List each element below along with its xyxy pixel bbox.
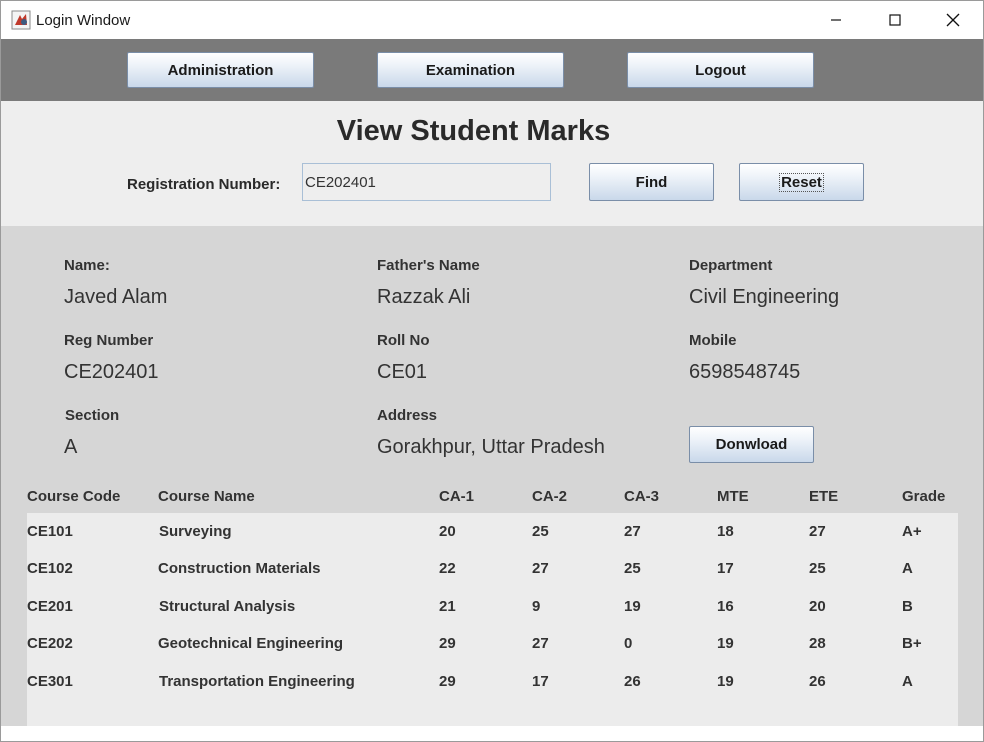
registration-number-label: Registration Number: [127, 176, 281, 193]
ca2-cell: 9 [532, 598, 541, 615]
student-details-panel: Name: Javed Alam Father's Name Razzak Al… [1, 226, 983, 726]
minimize-icon [831, 19, 841, 21]
course-name-cell: Construction Materials [158, 560, 321, 577]
name-value: Javed Alam [64, 286, 168, 308]
ca1-cell: 22 [439, 560, 456, 577]
course-name-cell: Geotechnical Engineering [158, 635, 344, 652]
ca3-cell: 25 [624, 560, 641, 577]
window-bottom-border [1, 726, 983, 741]
table-row[interactable]: CE102 Construction Materials 22 27 25 17… [27, 550, 958, 587]
ca3-cell: 26 [624, 673, 641, 690]
ca1-cell: 29 [439, 673, 456, 690]
address-label: Address [377, 407, 438, 424]
download-button[interactable]: Donwload [689, 426, 814, 463]
department-label: Department [689, 257, 773, 274]
mte-cell: 16 [717, 598, 734, 615]
mobile-value: 6598548745 [689, 361, 801, 383]
reset-button-label: Reset [779, 172, 824, 192]
ca2-cell: 25 [532, 523, 549, 540]
course-code-cell: CE101 [27, 523, 73, 540]
ca1-cell: 21 [439, 598, 456, 615]
table-row[interactable]: CE101 Surveying 20 25 27 18 27 A+ [27, 513, 958, 550]
course-code-cell: CE301 [27, 673, 73, 690]
find-button[interactable]: Find [589, 163, 714, 201]
app-window: Login Window Administration Examination … [0, 0, 984, 742]
marks-table-header: Course Code Course Name CA-1 CA-2 CA-3 M… [1, 488, 983, 512]
reset-button[interactable]: Reset [739, 163, 864, 201]
logout-button[interactable]: Logout [627, 52, 814, 88]
ca2-cell: 17 [532, 673, 549, 690]
roll-no-value: CE01 [377, 361, 428, 383]
ca1-cell: 20 [439, 523, 456, 540]
column-header-ete[interactable]: ETE [809, 488, 838, 505]
course-code-cell: CE201 [27, 598, 73, 615]
mte-cell: 18 [717, 523, 734, 540]
page-title: View Student Marks [336, 115, 611, 147]
ete-cell: 20 [809, 598, 826, 615]
administration-button[interactable]: Administration [127, 52, 314, 88]
close-button[interactable] [924, 1, 982, 39]
ca2-cell: 27 [532, 560, 549, 577]
reg-number-value: CE202401 [64, 361, 159, 383]
grade-cell: A [902, 673, 913, 690]
column-header-ca3[interactable]: CA-3 [624, 488, 659, 505]
course-code-cell: CE102 [27, 560, 73, 577]
course-code-cell: CE202 [27, 635, 73, 652]
table-row[interactable]: CE202 Geotechnical Engineering 29 27 0 1… [27, 625, 958, 662]
mte-cell: 17 [717, 560, 734, 577]
column-header-grade[interactable]: Grade [902, 488, 945, 505]
column-header-course-name[interactable]: Course Name [158, 488, 255, 505]
ca2-cell: 27 [532, 635, 549, 652]
grade-cell: A+ [902, 523, 922, 540]
mte-cell: 19 [717, 635, 734, 652]
address-value: Gorakhpur, Uttar Pradesh [377, 436, 605, 458]
section-value: A [64, 436, 78, 458]
window-title: Login Window [36, 12, 131, 29]
title-bar[interactable]: Login Window [1, 1, 983, 39]
marks-table-body: CE101 Surveying 20 25 27 18 27 A+ CE102 … [27, 513, 958, 726]
department-value: Civil Engineering [689, 286, 840, 308]
ete-cell: 25 [809, 560, 826, 577]
mte-cell: 19 [717, 673, 734, 690]
course-name-cell: Surveying [159, 523, 232, 540]
maximize-button[interactable] [866, 1, 924, 39]
name-label: Name: [64, 257, 110, 274]
mobile-label: Mobile [689, 332, 737, 349]
close-icon [946, 13, 960, 27]
grade-cell: A [902, 560, 913, 577]
column-header-ca2[interactable]: CA-2 [532, 488, 567, 505]
table-row[interactable]: CE301 Transportation Engineering 29 17 2… [27, 663, 958, 700]
java-app-icon [11, 10, 31, 30]
ete-cell: 26 [809, 673, 826, 690]
examination-button[interactable]: Examination [377, 52, 564, 88]
ca3-cell: 27 [624, 523, 641, 540]
maximize-icon [889, 14, 901, 26]
ca3-cell: 19 [624, 598, 641, 615]
ete-cell: 27 [809, 523, 826, 540]
ete-cell: 28 [809, 635, 826, 652]
column-header-ca1[interactable]: CA-1 [439, 488, 474, 505]
grade-cell: B [902, 598, 913, 615]
search-panel: View Student Marks Registration Number: … [1, 101, 983, 226]
column-header-mte[interactable]: MTE [717, 488, 749, 505]
father-name-value: Razzak Ali [377, 286, 471, 308]
father-name-label: Father's Name [377, 257, 480, 274]
reg-number-label: Reg Number [64, 332, 154, 349]
table-row[interactable]: CE201 Structural Analysis 21 9 19 16 20 … [27, 588, 958, 625]
course-name-cell: Structural Analysis [159, 598, 296, 615]
roll-no-label: Roll No [377, 332, 430, 349]
ca1-cell: 29 [439, 635, 456, 652]
minimize-button[interactable] [807, 1, 865, 39]
course-name-cell: Transportation Engineering [159, 673, 355, 690]
ca3-cell: 0 [624, 635, 633, 652]
section-label: Section [65, 407, 120, 424]
menu-bar: Administration Examination Logout [1, 39, 983, 101]
registration-number-input[interactable]: CE202401 [302, 163, 551, 201]
grade-cell: B+ [902, 635, 922, 652]
column-header-course-code[interactable]: Course Code [27, 488, 120, 505]
